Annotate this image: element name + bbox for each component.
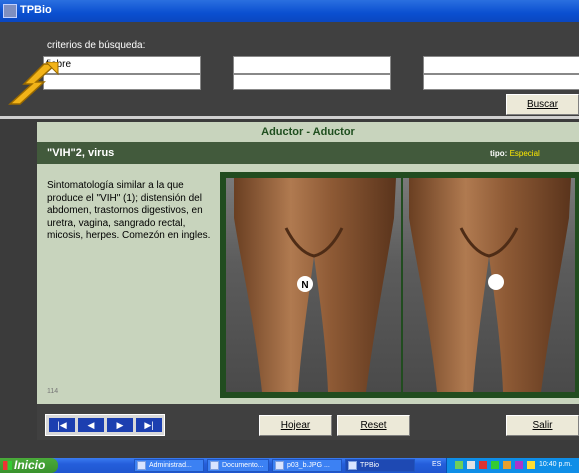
muscle-header: Aductor - Aductor	[37, 122, 579, 142]
tray-icon-2[interactable]	[467, 461, 475, 469]
tray-icon-3[interactable]	[479, 461, 487, 469]
tipo-value: Especial	[509, 149, 540, 158]
reset-button[interactable]: Reset	[337, 415, 410, 436]
tipo-field: tipo: Especial	[490, 149, 540, 158]
item-number: 114	[47, 388, 59, 395]
tray-icon-7[interactable]	[527, 461, 535, 469]
search-label: criterios de búsqueda:	[47, 40, 146, 51]
start-label: Inicio	[14, 458, 46, 472]
image-viewer-icon	[275, 461, 284, 470]
taskbar-item-administrador[interactable]: Administrad...	[134, 459, 204, 472]
last-record-button[interactable]: ▶|	[136, 418, 162, 432]
window-title: TPBio	[20, 4, 52, 16]
first-record-button[interactable]: |◀	[49, 418, 75, 432]
system-tray: ES 10:40 p.m.	[432, 458, 579, 473]
title-bar: TPBio	[0, 0, 579, 22]
tpbio-icon	[348, 461, 357, 470]
hojear-button[interactable]: Hojear	[259, 415, 332, 436]
prev-record-button[interactable]: ◀	[78, 418, 104, 432]
app-icon	[3, 4, 17, 18]
anatomy-image-right	[403, 178, 575, 392]
anatomy-image-left: N	[226, 178, 401, 392]
record-navigator: |◀ ◀ ▶ ▶|	[45, 414, 165, 436]
search-field-3[interactable]	[423, 56, 579, 74]
muscle-title: Aductor - Aductor	[261, 126, 355, 138]
tray-icon-6[interactable]	[515, 461, 523, 469]
tipo-label: tipo:	[490, 149, 508, 158]
item-name: "VIH"2, virus	[47, 147, 115, 159]
language-indicator[interactable]: ES	[432, 461, 441, 468]
taskbar-item-image[interactable]: p03_b.JPG ...	[272, 459, 342, 472]
search-field-3b[interactable]	[423, 74, 579, 90]
salir-button[interactable]: Salir	[506, 415, 579, 436]
pointer-arrow-icon	[8, 62, 59, 105]
taskbar-item-label: Documento...	[222, 462, 264, 469]
search-button[interactable]: Buscar	[506, 94, 579, 115]
start-button[interactable]: Inicio	[0, 458, 58, 473]
tray-icon-1[interactable]	[455, 461, 463, 469]
app-window-icon	[137, 461, 146, 470]
taskbar-item-label: TPBio	[360, 462, 380, 469]
next-record-button[interactable]: ▶	[107, 418, 133, 432]
marker-n-label: N	[301, 280, 308, 291]
windows-flag-icon	[3, 461, 12, 470]
item-description: Sintomatología similar a la que produce …	[47, 180, 211, 241]
anatomy-image-frame: N	[220, 172, 579, 398]
clock: 10:40 p.m.	[539, 461, 573, 468]
tray-icon-4[interactable]	[491, 461, 499, 469]
search-field-2b[interactable]	[233, 74, 391, 90]
marker-dot	[488, 274, 504, 290]
taskbar-item-tpbio[interactable]: TPBio	[345, 459, 415, 472]
taskbar-item-label: p03_b.JPG ...	[287, 462, 330, 469]
taskbar: Inicio Administrad... Documento... p03_b…	[0, 458, 579, 473]
taskbar-item-label: Administrad...	[149, 462, 192, 469]
tray-icon-5[interactable]	[503, 461, 511, 469]
item-subheader: "VIH"2, virus tipo: Especial	[37, 142, 579, 164]
separator	[0, 116, 579, 119]
document-icon	[210, 461, 219, 470]
taskbar-item-documento[interactable]: Documento...	[207, 459, 269, 472]
search-field-2[interactable]	[233, 56, 391, 74]
